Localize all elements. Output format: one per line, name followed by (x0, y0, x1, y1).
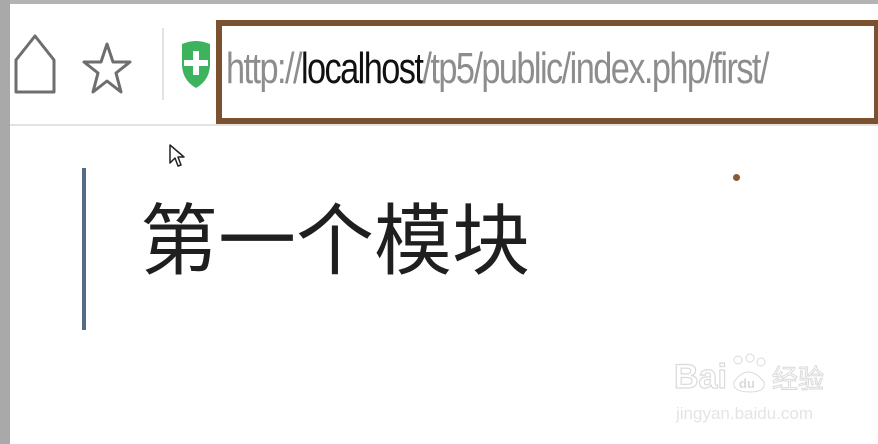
browser-toolbar: http://localhost/tp5/public/index.php/fi… (10, 4, 878, 126)
svg-text:Bai: Bai (674, 358, 727, 396)
address-bar[interactable]: http://localhost/tp5/public/index.php/fi… (216, 20, 878, 124)
page-heading: 第一个模块 (140, 197, 531, 287)
watermark: Bai du 经验 jingyan.baidu.com (672, 346, 842, 432)
url-host: localhost (300, 44, 424, 93)
svg-text:du: du (739, 376, 755, 391)
url-prefix: http:// (226, 44, 303, 93)
home-icon[interactable] (12, 30, 58, 96)
baidu-jingyan-logo: Bai du 经验 (673, 353, 825, 397)
window-frame-left (0, 0, 10, 444)
address-text[interactable]: http://localhost/tp5/public/index.php/fi… (226, 42, 769, 96)
content-left-border (82, 168, 86, 330)
mouse-cursor-icon (169, 144, 185, 167)
shield-icon[interactable] (178, 38, 214, 90)
toolbar-separator (162, 28, 164, 100)
svg-text:经验: 经验 (772, 365, 824, 395)
watermark-subtext: jingyan.baidu.com (676, 404, 814, 423)
url-path: /tp5/public/index.php/first/ (422, 44, 769, 93)
star-icon[interactable] (82, 38, 132, 98)
annotation-dot (733, 174, 740, 181)
